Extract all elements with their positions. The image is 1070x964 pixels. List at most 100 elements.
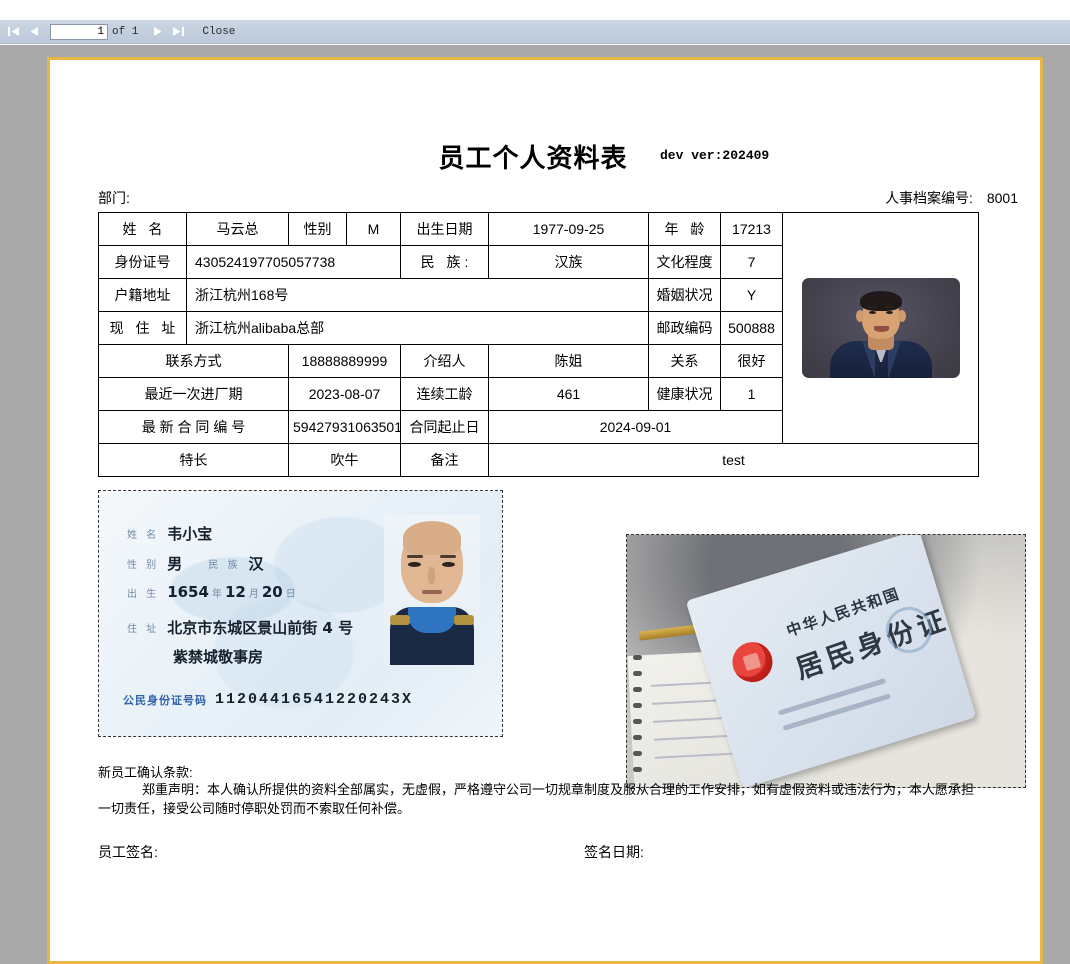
next-page-arrow-icon <box>153 27 162 36</box>
photo-mouth <box>873 326 889 332</box>
cell-remark-value: test <box>488 443 979 477</box>
cell-education-label: 文化程度 <box>648 245 721 279</box>
declaration-text: 郑重声明：本人确认所提供的资料全部属实，无虚假，严格遵守公司一切规章制度及服从合… <box>98 782 975 816</box>
id-card-name-label: 姓 名 <box>127 530 160 541</box>
archive-number-label: 人事档案编号: <box>885 190 973 206</box>
cell-health-label: 健康状况 <box>648 377 721 411</box>
cell-contract-no-value: 594279310635014 <box>288 410 401 444</box>
photo-hair <box>859 291 902 311</box>
id-card-birth-row: 出 生 1654 年 12 月 20 日 <box>127 583 299 601</box>
cell-age-label: 年 龄 <box>648 212 721 246</box>
cell-entry-date-label: 最近一次进厂期 <box>98 377 289 411</box>
id-card-sex-value: 男 <box>167 555 183 573</box>
page-number-input[interactable] <box>50 23 108 40</box>
cell-health-value: 1 <box>720 377 783 411</box>
employee-signature-label: 员工签名: <box>98 844 158 860</box>
id-card-ethnic-label: 民 族 <box>208 560 241 571</box>
cell-contact-label: 联系方式 <box>98 344 289 378</box>
id-card-address-label: 住 址 <box>127 624 160 635</box>
close-button[interactable]: Close <box>202 26 235 38</box>
id-card-birth-year-unit: 年 <box>211 588 222 600</box>
first-page-button[interactable] <box>4 22 24 42</box>
signature-date-label: 签名日期: <box>584 844 644 860</box>
table-row: 姓 名 马云总 性别 M 出生日期 1977-09-25 年 龄 17213 <box>98 212 979 444</box>
id-portrait-eye-left <box>408 562 421 567</box>
photo-brow-left <box>867 306 877 308</box>
cell-skill-label: 特长 <box>98 443 289 477</box>
id-card-birth-day-unit: 日 <box>285 588 296 600</box>
archive-number-value: 8001 <box>986 190 1018 206</box>
id-portrait-brow-right <box>440 555 456 558</box>
cell-current-address-value: 浙江杭州alibaba总部 <box>186 311 649 345</box>
id-portrait-mouth <box>422 590 442 594</box>
id-portrait-eye-right <box>442 562 455 567</box>
photo-ear-left <box>855 310 864 322</box>
id-card-birth-month-unit: 月 <box>248 588 259 600</box>
cell-skill-value: 吹牛 <box>288 443 401 477</box>
id-card-address-row: 住 址北京市东城区景山前街 4 号 <box>127 617 353 638</box>
cell-postcode-label: 邮政编码 <box>648 311 721 345</box>
id-card-birth-year: 1654 <box>167 583 209 601</box>
photo-brow-right <box>884 306 894 308</box>
id-portrait-epaulette-right <box>454 615 474 625</box>
cell-seniority-label: 连续工龄 <box>400 377 489 411</box>
national-emblem-icon <box>727 637 778 688</box>
employee-photo-cell <box>782 212 979 444</box>
next-page-button[interactable] <box>148 22 168 42</box>
id-portrait-brow-left <box>407 555 423 558</box>
cell-contract-period-value: 2024-09-01 <box>488 410 783 444</box>
cell-gender-label: 性别 <box>288 212 347 246</box>
id-portrait-nose <box>428 567 435 584</box>
version-label: dev ver:202409 <box>660 148 770 163</box>
confirm-terms-heading: 新员工确认条款: <box>98 765 193 780</box>
cell-contract-period-label: 合同起止日 <box>400 410 489 444</box>
cell-relation-value: 很好 <box>720 344 783 378</box>
id-card-name-value: 韦小宝 <box>167 525 213 543</box>
cell-idnumber-label: 身份证号 <box>98 245 187 279</box>
archive-number: 人事档案编号: 8001 <box>885 188 1018 208</box>
photo-notebook-spiral <box>633 655 643 785</box>
id-card-birth-month: 12 <box>224 583 246 601</box>
employee-portrait-photo <box>801 278 960 378</box>
previous-page-button[interactable] <box>24 22 44 42</box>
cell-seniority-value: 461 <box>488 377 649 411</box>
cell-contract-no-label: 最 新 合 同 编 号 <box>98 410 289 444</box>
id-card-address-line1: 北京市东城区景山前街 4 号 <box>167 619 354 637</box>
first-page-arrow-icon <box>7 27 19 36</box>
cell-postcode-value: 500888 <box>720 311 783 345</box>
cell-name-label: 姓 名 <box>98 212 187 246</box>
page-title: 员工个人资料表 <box>438 144 628 174</box>
cell-idnumber-value: 430524197705057738 <box>186 245 401 279</box>
report-canvas: 员工个人资料表 dev ver:202409 部门: 人事档案编号: 8001 … <box>0 45 1070 964</box>
report-viewer-toolbar: of 1 Close <box>0 20 1070 44</box>
last-page-button[interactable] <box>168 22 188 42</box>
id-card-name-row: 姓 名韦小宝 <box>127 523 212 544</box>
cell-registered-address-label: 户籍地址 <box>98 278 187 312</box>
id-portrait-scalp <box>403 521 461 555</box>
cell-gender-value: M <box>346 212 401 246</box>
cell-relation-label: 关系 <box>648 344 721 378</box>
id-card-face: 姓 名韦小宝 性 别男 民 族汉 出 生 1654 年 12 月 20 日 住 址北京市东城… <box>99 491 502 736</box>
id-card-address-line2: 紫禁城敬事房 <box>173 648 264 666</box>
id-card-sex-label: 性 别 <box>127 560 160 571</box>
id-card-number-row: 公民身份证号码 11204416541220243X <box>123 691 413 708</box>
previous-page-arrow-icon <box>30 27 38 36</box>
id-portrait-collar <box>408 607 456 633</box>
last-page-arrow-icon <box>172 27 184 36</box>
id-card-number-value: 11204416541220243X <box>215 691 414 708</box>
cell-marital-value: Y <box>720 278 783 312</box>
id-card-portrait-photo <box>384 515 480 665</box>
cell-entry-date-value: 2023-08-07 <box>288 377 401 411</box>
cell-age-value: 17213 <box>720 212 783 246</box>
id-card-number-label: 公民身份证号码 <box>123 693 207 707</box>
id-card-front-scan: 姓 名韦小宝 性 别男 民 族汉 出 生 1654 年 12 月 20 日 住 址北京市东城… <box>98 490 503 737</box>
cell-ethnicity-label: 民 族: <box>400 245 489 279</box>
cell-contact-value: 18888889999 <box>288 344 401 378</box>
photo-eye-left <box>868 311 876 314</box>
id-card-address-line2-row: 紫禁城敬事房 <box>173 646 263 667</box>
id-card-sex-row: 性 别男 民 族汉 <box>127 553 264 574</box>
table-row: 特长 吹牛 备注 test <box>98 443 979 477</box>
cell-marital-label: 婚姻状况 <box>648 278 721 312</box>
cell-ethnicity-value: 汉族 <box>488 245 649 279</box>
cell-current-address-label: 现 住 址 <box>98 311 187 345</box>
